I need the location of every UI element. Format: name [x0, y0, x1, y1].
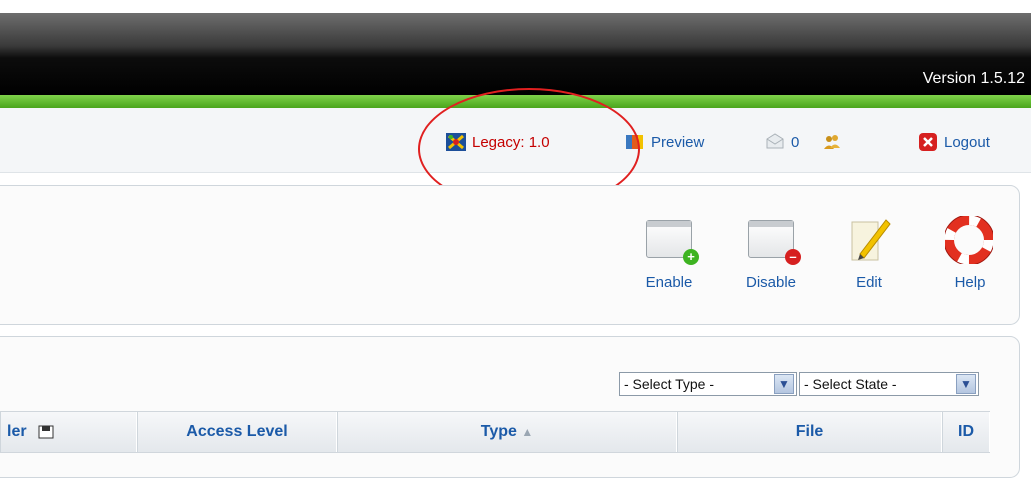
chevron-down-icon: ▼: [956, 374, 976, 394]
logout-label: Logout: [944, 133, 990, 151]
disable-icon: –: [748, 220, 801, 265]
logout-link[interactable]: Logout: [918, 133, 990, 151]
help-button[interactable]: Help: [935, 216, 1005, 300]
joomla-logo-icon: [446, 133, 466, 151]
admin-header: Version 1.5.12: [0, 13, 1031, 95]
list-panel: [0, 336, 1020, 478]
lifebuoy-icon: [945, 216, 993, 264]
legacy-mode-link[interactable]: Legacy: 1.0: [446, 133, 550, 151]
messages-icon: [765, 133, 785, 151]
state-filter-select[interactable]: - Select State - ▼: [799, 372, 979, 396]
column-header-file[interactable]: File: [677, 412, 942, 452]
enable-button[interactable]: + Enable: [634, 220, 704, 300]
legacy-label: Legacy: 1.0: [472, 133, 550, 151]
save-order-icon[interactable]: [37, 424, 55, 440]
type-filter-value: - Select Type -: [624, 376, 715, 392]
type-label: Type: [480, 423, 517, 440]
users-icon: [822, 133, 842, 151]
messages-count: 0: [791, 133, 800, 151]
enable-label: Enable: [645, 274, 693, 291]
version-label: Version 1.5.12: [922, 70, 1025, 87]
online-users-link[interactable]: [822, 133, 848, 151]
enable-icon: +: [646, 220, 699, 265]
column-header-access-level[interactable]: Access Level: [137, 412, 337, 452]
disable-label: Disable: [745, 274, 797, 291]
pencil-icon: [851, 219, 891, 261]
logout-icon: [918, 133, 938, 151]
status-bar: Legacy: 1.0 Preview 0 Logout: [0, 108, 1031, 173]
column-header-type[interactable]: Type ▲: [337, 412, 677, 452]
disable-button[interactable]: – Disable: [736, 220, 806, 300]
order-column-label: ler: [7, 423, 27, 440]
column-header-id[interactable]: ID: [942, 412, 990, 452]
sort-ascending-icon: ▲: [521, 425, 534, 439]
id-label: ID: [958, 423, 974, 440]
state-filter-value: - Select State -: [804, 376, 897, 392]
table-header: ler Access Level Type ▲ File ID: [0, 411, 990, 453]
messages-link[interactable]: 0: [765, 133, 799, 151]
help-label: Help: [954, 274, 986, 291]
edit-button[interactable]: Edit: [834, 219, 904, 300]
preview-link[interactable]: Preview: [625, 133, 704, 151]
file-label: File: [795, 423, 824, 440]
access-level-label: Access Level: [186, 423, 288, 440]
chevron-down-icon: ▼: [774, 374, 794, 394]
preview-label: Preview: [651, 133, 705, 151]
green-divider-bar: [0, 95, 1031, 108]
type-filter-select[interactable]: - Select Type - ▼: [619, 372, 797, 396]
column-header-order[interactable]: ler: [0, 412, 137, 452]
edit-label: Edit: [856, 274, 882, 291]
preview-icon: [625, 133, 645, 151]
